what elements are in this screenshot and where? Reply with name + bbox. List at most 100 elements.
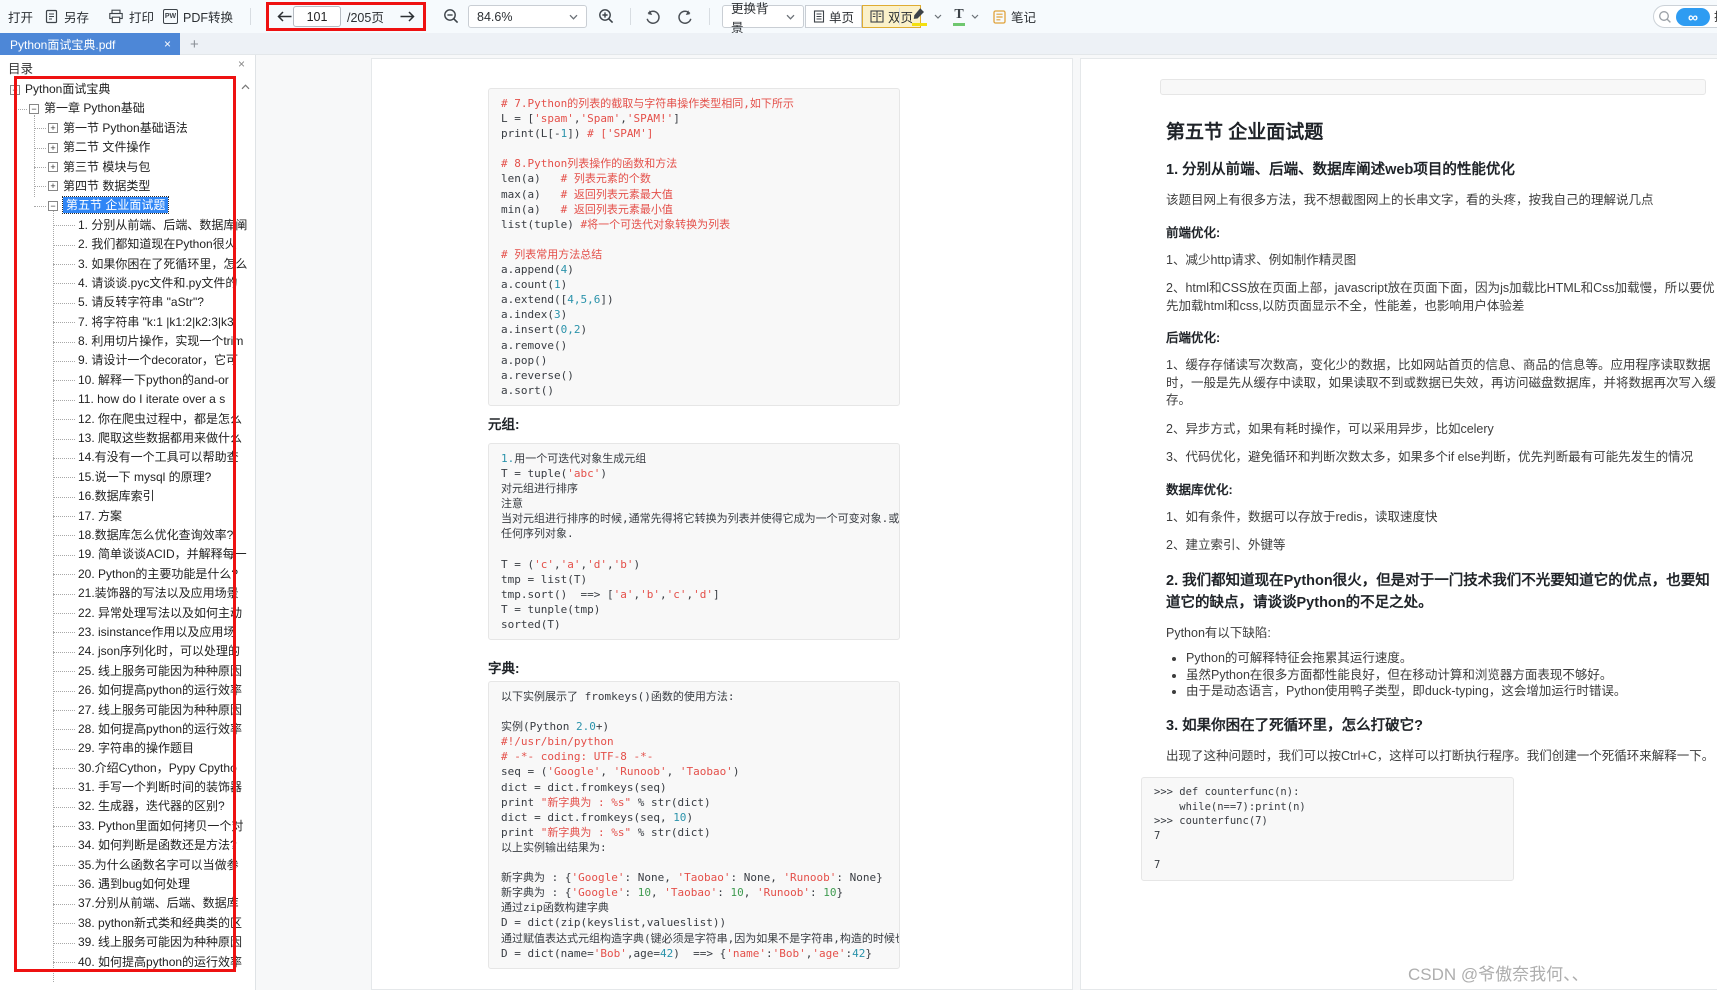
dict-heading: 字典: — [488, 661, 520, 676]
toc-item-label: Python面试宝典 — [25, 82, 111, 96]
toc-close-icon[interactable]: × — [238, 57, 245, 71]
code-line: # 列表常用方法总结 — [501, 247, 603, 261]
toc-item[interactable]: 38. python新式类和经典类的区 — [0, 914, 250, 933]
search-box[interactable]: ∞ 搜 — [1653, 5, 1717, 28]
tab-close-icon[interactable]: × — [164, 37, 171, 51]
toc-item[interactable]: 34. 如何判断是函数还是方法? — [0, 836, 250, 855]
toc-item[interactable]: 1. 分别从前端、后端、数据库阐 — [0, 216, 250, 235]
toc-item[interactable]: 26. 如何提高python的运行效率 — [0, 681, 250, 700]
single-page-label: 单页 — [829, 11, 855, 25]
toc-item[interactable]: 20. Python的主要功能是什么? — [0, 565, 250, 584]
toc-item[interactable]: 3. 如果你困在了死循环里，怎么 — [0, 255, 250, 274]
toc-item-selected[interactable]: − 第五节 企业面试题 — [0, 196, 250, 215]
toc-item[interactable]: 37.分别从前端、后端、数据库 — [0, 894, 250, 913]
toc-item-label: 27. 线上服务可能因为种种原因 — [78, 702, 243, 717]
toc-item[interactable]: 40. 如何提高python的运行效率 — [0, 953, 250, 972]
code-line: dict = dict.fromkeys(seq) — [501, 780, 667, 794]
underline-text-button[interactable]: T — [952, 0, 979, 33]
toc-item[interactable]: − Python面试宝典 — [0, 80, 250, 99]
expand-icon[interactable]: + — [48, 181, 58, 192]
toc-item[interactable]: 9. 请设计一个decorator，它可 — [0, 351, 250, 370]
toc-item[interactable]: + 第一节 Python基础语法 — [0, 119, 250, 138]
toc-item[interactable]: 28. 如何提高python的运行效率 — [0, 720, 250, 739]
single-page-icon — [813, 10, 825, 23]
prev-page-button[interactable] — [276, 0, 293, 33]
toc-item[interactable]: 11. how do I iterate over a s — [0, 390, 250, 409]
rotate-left-button[interactable] — [644, 0, 661, 33]
zoom-out-button[interactable] — [443, 0, 460, 33]
collapse-icon[interactable]: − — [48, 200, 58, 211]
code-line: tmp.sort() ==> ['a','b','c','d'] — [501, 587, 720, 601]
toc-item[interactable]: 23. isinstance作用以及应用场 — [0, 623, 250, 642]
toc-item[interactable]: 22. 异常处理写法以及如何主动 — [0, 604, 250, 623]
toc-item[interactable]: 8. 利用切片操作，实现一个trim — [0, 332, 250, 351]
infinity-badge-icon[interactable]: ∞ — [1676, 7, 1710, 26]
collapse-icon[interactable]: − — [29, 103, 39, 114]
next-page-button[interactable] — [399, 0, 416, 33]
expand-icon[interactable]: + — [48, 142, 58, 153]
toc-item[interactable]: 31. 手写一个判断时间的装饰器 — [0, 778, 250, 797]
toc-item[interactable]: 33. Python里面如何拷贝一个对 — [0, 817, 250, 836]
pdf-convert-button[interactable]: PW PDF转换 — [163, 0, 233, 33]
toc-item[interactable]: 27. 线上服务可能因为种种原因 — [0, 701, 250, 720]
page-number-input[interactable] — [293, 6, 341, 27]
toc-item[interactable]: 35.为什么函数名字可以当做参 — [0, 856, 250, 875]
new-tab-button[interactable]: + — [190, 34, 199, 55]
toc-item[interactable]: 5. 请反转字符串 "aStr"? — [0, 293, 250, 312]
code-line: 7 — [1154, 859, 1161, 872]
toc-item[interactable]: 13. 爬取这些数据都用来做什么 — [0, 429, 250, 448]
code-line: a.remove() — [501, 338, 568, 352]
toc-item-label: 4. 请谈谈.pyc文件和.py文件的 — [78, 275, 238, 290]
toc-item[interactable]: 29. 字符串的操作题目 — [0, 739, 250, 758]
toc-item[interactable]: − 第一章 Python基础 — [0, 99, 250, 118]
toc-item[interactable]: 18.数据库怎么优化查询效率? — [0, 526, 250, 545]
collapse-icon[interactable]: − — [10, 84, 20, 95]
toc-item[interactable]: 21.装饰器的写法以及应用场景 — [0, 584, 250, 603]
toc-item[interactable]: 24. json序列化时，可以处理的 — [0, 642, 250, 661]
toc-item[interactable]: 10. 解释一下python的and-or — [0, 371, 250, 390]
toc-item-label: 11. how do I iterate over a s — [78, 392, 226, 407]
toc-item[interactable]: 2. 我们都知道现在Python很火 — [0, 235, 250, 254]
rotate-right-button[interactable] — [677, 0, 694, 33]
toc-item[interactable]: 36. 遇到bug如何处理 — [0, 875, 250, 894]
toc-item[interactable]: 32. 生成器，迭代器的区别? — [0, 797, 250, 816]
toc-item[interactable]: 16.数据库索引 — [0, 487, 250, 506]
expand-icon[interactable]: + — [48, 123, 58, 134]
question-2-heading: 2. 我们都知道现在Python很火，但是对于一门技术我们不光要知道它的优点，也… — [1166, 572, 1710, 611]
zoom-level-select[interactable]: 84.6% — [468, 5, 587, 28]
toc-item[interactable]: + 第二节 文件操作 — [0, 138, 250, 157]
toc-item[interactable]: + 第四节 数据类型 — [0, 177, 250, 196]
toc-item[interactable]: 19. 简单谈谈ACID，并解释每一 — [0, 545, 250, 564]
toc-item[interactable]: 15.说一下 mysql 的原理? — [0, 468, 250, 487]
note-button[interactable]: 笔记 — [993, 0, 1036, 33]
tab-python-pdf[interactable]: Python面试宝典.pdf × — [0, 33, 180, 55]
toc-item[interactable]: 4. 请谈谈.pyc文件和.py文件的 — [0, 274, 250, 293]
print-button[interactable]: 打印 — [108, 0, 154, 33]
zoom-in-button[interactable] — [598, 0, 615, 33]
chevron-down-icon[interactable] — [934, 14, 942, 19]
toc-item[interactable]: 25. 线上服务可能因为种种原因 — [0, 662, 250, 681]
tuple-heading: 元组: — [488, 417, 520, 432]
toolbar-separator — [709, 8, 710, 25]
toc-item[interactable]: + 第三节 模块与包 — [0, 158, 250, 177]
expand-icon[interactable]: + — [48, 162, 58, 173]
toc-item[interactable]: 17. 方案 — [0, 507, 250, 526]
toc-item[interactable]: 12. 你在爬虫过程中，都是怎么 — [0, 410, 250, 429]
document-canvas: # 7.Python的列表的截取与字符串操作类型相同,如下所示 L = ['spa… — [256, 55, 1717, 990]
code-line: min(a) # 返回列表元素最小值 — [501, 202, 673, 216]
change-background-select[interactable]: 更换背景 — [722, 2, 804, 35]
toc-item[interactable]: 39. 线上服务可能因为种种原因 — [0, 933, 250, 952]
toc-item[interactable]: 30.介绍Cython，Pypy Cpytho — [0, 759, 250, 778]
toc-item[interactable]: 14.有没有一个工具可以帮助查 — [0, 448, 250, 467]
highlighter-button[interactable] — [911, 0, 942, 33]
toc-item[interactable]: 7. 将字符串 "k:1 |k1:2|k2:3|k3 — [0, 313, 250, 332]
toc-item-label: 第三节 模块与包 — [63, 159, 151, 174]
single-page-button[interactable]: 单页 — [805, 5, 863, 28]
open-button[interactable]: 打开 — [8, 0, 33, 33]
code-line: dict = dict.fromkeys(seq, 10) — [501, 810, 694, 824]
chevron-down-icon[interactable] — [971, 14, 979, 19]
toc-item-label: 7. 将字符串 "k:1 |k1:2|k2:3|k3 — [78, 314, 234, 329]
save-as-button[interactable]: 另存 — [44, 0, 89, 33]
toc-item-label: 21.装饰器的写法以及应用场景 — [78, 586, 239, 601]
